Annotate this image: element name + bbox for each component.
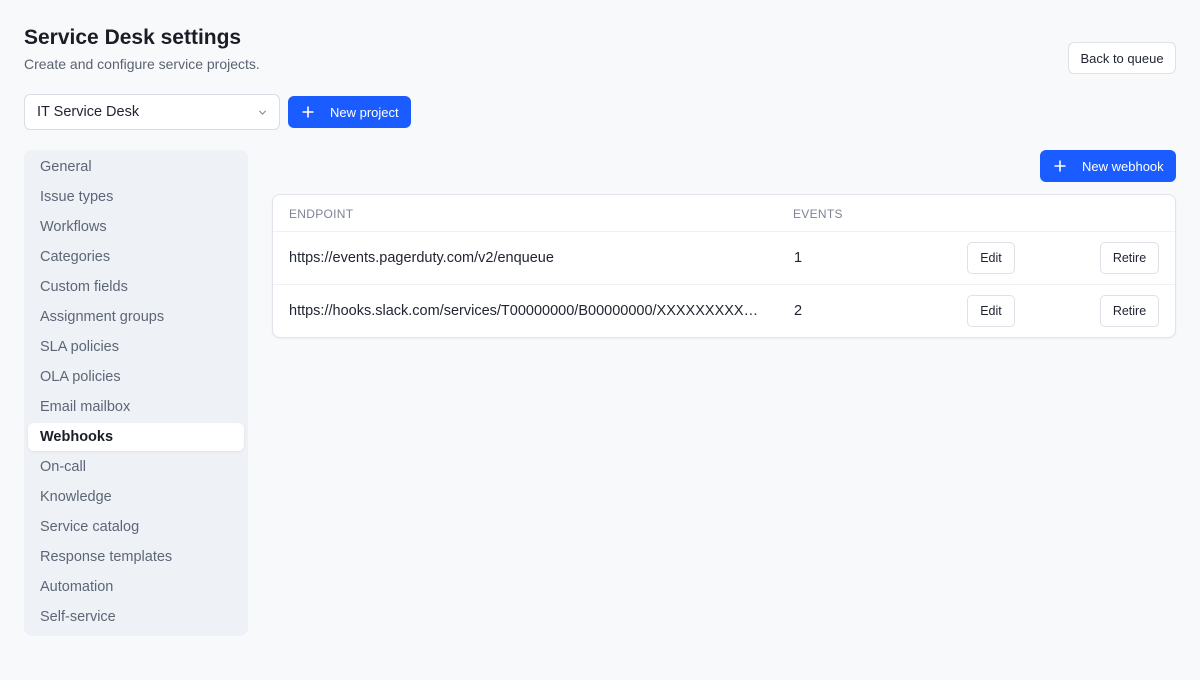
table-header: ENDPOINT EVENTS xyxy=(273,195,1175,232)
chevron-down-icon xyxy=(258,110,267,115)
retire-button[interactable]: Retire xyxy=(1100,295,1159,327)
sidebar-item-automation[interactable]: Automation xyxy=(28,573,244,601)
sidebar-item-issue-types[interactable]: Issue types xyxy=(28,183,244,211)
page-subtitle: Create and configure service projects. xyxy=(24,56,260,72)
project-select[interactable]: IT Service Desk xyxy=(24,94,280,130)
sidebar-item-knowledge[interactable]: Knowledge xyxy=(28,483,244,511)
retire-button[interactable]: Retire xyxy=(1100,242,1159,274)
endpoint-cell: https://events.pagerduty.com/v2/enqueue xyxy=(289,250,554,266)
new-project-label: New project xyxy=(330,104,399,120)
new-webhook-label: New webhook xyxy=(1082,158,1164,174)
column-header-events: EVENTS xyxy=(793,207,843,221)
sidebar-item-response-templates[interactable]: Response templates xyxy=(28,543,244,571)
back-to-queue-button[interactable]: Back to queue xyxy=(1068,42,1176,74)
settings-sidebar: General Issue types Workflows Categories Cus… xyxy=(24,150,248,636)
sidebar-item-webhooks[interactable]: Webhooks xyxy=(28,423,244,451)
new-webhook-button[interactable]: New webhook xyxy=(1040,150,1176,182)
sidebar-item-workflows[interactable]: Workflows xyxy=(28,213,244,241)
project-select-value: IT Service Desk xyxy=(37,104,140,120)
sidebar-item-on-call[interactable]: On-call xyxy=(28,453,244,481)
sidebar-item-service-catalog[interactable]: Service catalog xyxy=(28,513,244,541)
new-project-button[interactable]: New project xyxy=(288,96,411,128)
endpoint-cell: https://hooks.slack.com/services/T000000… xyxy=(289,303,759,319)
events-cell: 2 xyxy=(794,303,803,319)
sidebar-item-custom-fields[interactable]: Custom fields xyxy=(28,273,244,301)
plus-icon xyxy=(302,106,314,118)
sidebar-item-categories[interactable]: Categories xyxy=(28,243,244,271)
edit-button[interactable]: Edit xyxy=(967,242,1015,274)
page-title: Service Desk settings xyxy=(24,26,242,49)
sidebar-item-general[interactable]: General xyxy=(28,153,244,181)
sidebar-item-sla-policies[interactable]: SLA policies xyxy=(28,333,244,361)
events-cell: 1 xyxy=(794,250,803,266)
column-header-endpoint: ENDPOINT xyxy=(289,207,354,221)
sidebar-item-self-service[interactable]: Self-service xyxy=(28,603,244,631)
sidebar-item-ola-policies[interactable]: OLA policies xyxy=(28,363,244,391)
sidebar-item-email-mailbox[interactable]: Email mailbox xyxy=(28,393,244,421)
edit-button[interactable]: Edit xyxy=(967,295,1015,327)
sidebar-item-assignment-groups[interactable]: Assignment groups xyxy=(28,303,244,331)
table-row: https://events.pagerduty.com/v2/enqueue 1… xyxy=(273,232,1175,285)
plus-icon xyxy=(1054,160,1066,172)
table-row: https://hooks.slack.com/services/T000000… xyxy=(273,285,1175,338)
webhooks-table: ENDPOINT EVENTS https://events.pagerduty… xyxy=(272,194,1176,338)
